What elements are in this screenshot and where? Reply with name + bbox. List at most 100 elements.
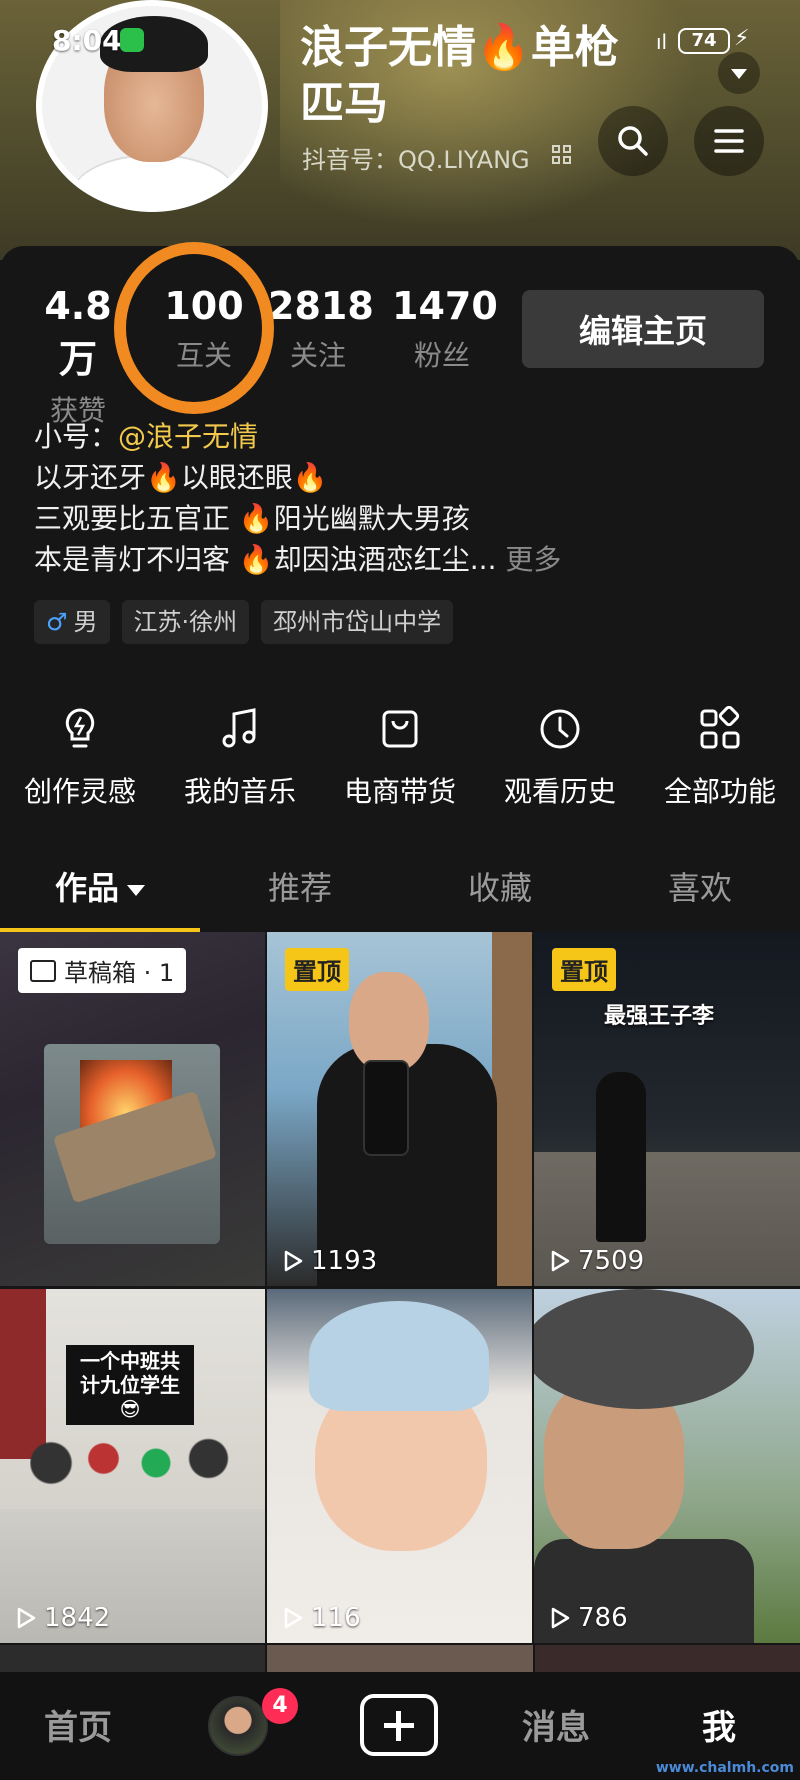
play-count-value: 1842 — [44, 1603, 111, 1633]
bio-line-4: 本是青灯不归客 🔥却因浊酒恋红尘... — [34, 543, 497, 576]
thumbnail-peek — [267, 1645, 533, 1675]
shortcut-label: 我的音乐 — [183, 775, 296, 808]
grid-icon — [700, 706, 740, 749]
thumbnail-peek — [0, 1645, 266, 1675]
play-count-value: 1193 — [311, 1246, 378, 1276]
play-count: 7509 — [548, 1246, 644, 1276]
video-caption: 一个中班共计九位学生😎 — [66, 1345, 194, 1425]
drafts-badge-label: 草稿箱 · 1 — [64, 959, 175, 987]
account-id[interactable]: 抖音号：QQ.LIYANG — [302, 140, 530, 175]
tab-works[interactable]: 作品 — [0, 852, 200, 933]
nav-messages[interactable]: 消息 — [522, 1700, 590, 1749]
play-icon — [551, 1607, 570, 1629]
thumbnail-art — [349, 972, 429, 1072]
profile-tags: ♂ 男 江苏·徐州 邳州市岱山中学 — [34, 600, 454, 644]
avatar-shirt — [72, 156, 236, 206]
drafts-box-icon — [30, 959, 56, 982]
bio-more-link[interactable]: 更多 — [505, 543, 561, 576]
tab-favorites[interactable]: 收藏 — [400, 852, 600, 933]
school-tag[interactable]: 邳州市岱山中学 — [261, 600, 454, 644]
menu-button[interactable] — [694, 106, 764, 176]
thumbnail-art — [363, 1060, 409, 1156]
play-icon — [284, 1607, 303, 1629]
stat-followers-label: 粉丝 — [413, 339, 470, 372]
shortcut-label: 创作灵感 — [23, 775, 136, 808]
drafts-badge: 草稿箱 · 1 — [18, 948, 187, 993]
alt-account-link[interactable]: @浪子无情 — [118, 420, 258, 453]
highlight-annotation-circle — [114, 242, 274, 414]
video-thumbnail[interactable]: 置顶 最强王子李 7509 — [534, 932, 800, 1286]
pinned-badge: 置顶 — [552, 948, 616, 991]
tab-likes[interactable]: 喜欢 — [600, 852, 800, 933]
play-count: 1193 — [281, 1246, 377, 1276]
video-grid: 草稿箱 · 1 置顶 1193 置顶 最强王子李 7509 一个中班共计九位学生… — [0, 932, 800, 1643]
video-thumbnail[interactable]: 786 — [534, 1289, 800, 1643]
nav-home[interactable]: 首页 — [44, 1700, 112, 1749]
stat-followers[interactable]: 1470 粉丝 — [392, 284, 498, 374]
shortcut-watch-history[interactable]: 观看历史 — [480, 706, 640, 810]
video-thumbnail[interactable]: 置顶 1193 — [267, 932, 532, 1286]
nav-me[interactable]: 我 — [702, 1700, 736, 1749]
notification-badge: 4 — [262, 1688, 298, 1724]
create-post-button[interactable] — [360, 1694, 438, 1756]
location-tag: 江苏·徐州 — [121, 600, 250, 644]
stat-likes-value: 4.8万 — [44, 284, 112, 381]
video-thumbnail-drafts[interactable]: 草稿箱 · 1 — [0, 932, 265, 1286]
play-icon — [284, 1250, 303, 1272]
gender-tag: ♂ 男 — [34, 600, 110, 644]
thumbnail-art — [492, 932, 532, 1286]
shortcut-label: 电商带货 — [343, 775, 456, 808]
bio-alt-account: 小号：@浪子无情 — [34, 416, 774, 457]
play-count: 1842 — [14, 1603, 110, 1633]
video-thumbnail[interactable]: 116 — [267, 1289, 532, 1643]
shortcut-label: 观看历史 — [503, 775, 616, 808]
shortcut-ecommerce[interactable]: 电商带货 — [320, 706, 480, 810]
stat-likes[interactable]: 4.8万 获赞 — [28, 284, 128, 429]
clock-icon — [540, 709, 580, 749]
account-switch-dropdown-icon[interactable] — [718, 52, 760, 94]
stat-followers-value: 1470 — [392, 284, 498, 328]
thumbnail-art — [596, 1072, 646, 1242]
thumbnail-art — [309, 1301, 489, 1411]
bio-alt-prefix: 小号： — [34, 420, 119, 453]
battery-indicator: 74 — [678, 28, 730, 54]
shortcut-creation-inspiration[interactable]: 创作灵感 — [0, 706, 160, 810]
bio-line-4-row: 本是青灯不归客 🔥却因浊酒恋红尘... 更多 — [34, 539, 774, 580]
gender-tag-label: 男 — [73, 608, 98, 636]
play-count: 116 — [281, 1603, 361, 1633]
edit-profile-button[interactable]: 编辑主页 — [522, 290, 764, 368]
shortcut-all-features[interactable]: 全部功能 — [640, 706, 800, 810]
pinned-badge: 置顶 — [285, 948, 349, 991]
stat-following-label: 关注 — [289, 339, 346, 372]
stat-following[interactable]: 2818 关注 — [268, 284, 374, 374]
hamburger-menu-icon — [714, 129, 744, 153]
play-count: 786 — [548, 1603, 628, 1633]
charging-icon: ⚡ — [734, 26, 750, 51]
bio-line-3: 三观要比五官正 🔥阳光幽默大男孩 — [34, 502, 470, 535]
bottom-navigation: 首页 4 消息 我 www.chalmh.com — [0, 1672, 800, 1780]
video-caption: 最强王子李 — [604, 1004, 715, 1029]
video-thumbnail[interactable]: 一个中班共计九位学生😎 1842 — [0, 1289, 265, 1643]
thumbnail-peek — [534, 1645, 800, 1675]
lightbulb-icon — [65, 708, 95, 748]
qr-code-icon[interactable] — [552, 145, 572, 165]
music-note-icon — [222, 708, 256, 748]
bio-line-2: 以牙还牙🔥以眼还眼🔥 — [34, 461, 328, 494]
play-count-value: 116 — [311, 1603, 361, 1633]
next-row-peek — [0, 1645, 800, 1675]
search-button[interactable] — [598, 106, 668, 176]
status-time: 8:04 — [52, 24, 122, 57]
play-icon — [17, 1607, 36, 1629]
play-count-value: 786 — [578, 1603, 628, 1633]
play-count-value: 7509 — [578, 1246, 645, 1276]
shortcut-label: 全部功能 — [663, 775, 776, 808]
tab-works-label: 作品 — [54, 869, 119, 907]
shortcut-my-music[interactable]: 我的音乐 — [160, 706, 320, 810]
nickname-line-1: 浪子无情🔥单枪 — [300, 22, 619, 73]
nav-friends-avatar[interactable] — [208, 1696, 268, 1756]
thumbnail-art — [534, 1289, 754, 1409]
caret-down-icon — [127, 884, 145, 896]
tab-recommended[interactable]: 推荐 — [200, 852, 400, 933]
feature-shortcuts: 创作灵感 我的音乐 电商带货 观看历史 全部功能 — [0, 706, 800, 810]
play-icon — [551, 1250, 570, 1272]
